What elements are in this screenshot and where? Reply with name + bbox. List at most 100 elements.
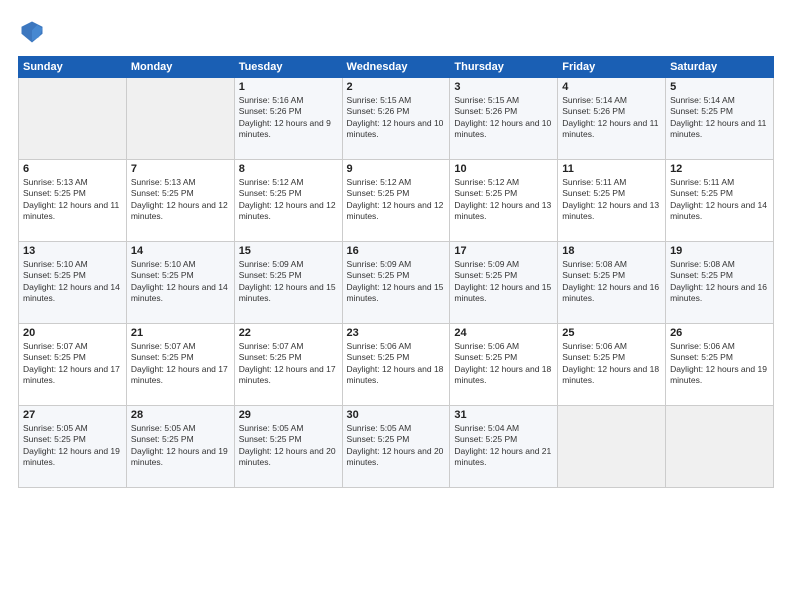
- calendar-cell: 7 Sunrise: 5:13 AM Sunset: 5:25 PM Daylig…: [126, 160, 234, 242]
- cell-text: Sunrise: 5:04 AM Sunset: 5:25 PM Dayligh…: [454, 423, 553, 469]
- cell-text: Sunrise: 5:08 AM Sunset: 5:25 PM Dayligh…: [562, 259, 661, 305]
- day-number: 10: [454, 163, 553, 175]
- calendar-cell: 27 Sunrise: 5:05 AM Sunset: 5:25 PM Dayli…: [19, 406, 127, 488]
- calendar-cell: 1Sunrise: 5:16 AM Sunset: 5:26 PM Daylig…: [234, 78, 342, 160]
- cell-text: Sunrise: 5:12 AM Sunset: 5:25 PM Dayligh…: [347, 177, 446, 223]
- calendar-cell: [19, 78, 127, 160]
- day-number: 28: [131, 409, 230, 421]
- day-number: 25: [562, 327, 661, 339]
- day-number: 7: [131, 163, 230, 175]
- calendar-cell: 4 Sunrise: 5:14 AM Sunset: 5:26 PM Daylig…: [558, 78, 666, 160]
- day-number: 18: [562, 245, 661, 257]
- day-number: 27: [23, 409, 122, 421]
- day-number: 12: [670, 163, 769, 175]
- day-number: 11: [562, 163, 661, 175]
- day-number: 29: [239, 409, 338, 421]
- day-number: 20: [23, 327, 122, 339]
- calendar-cell: [558, 406, 666, 488]
- calendar-cell: 16 Sunrise: 5:09 AM Sunset: 5:25 PM Dayli…: [342, 242, 450, 324]
- calendar-cell: 11 Sunrise: 5:11 AM Sunset: 5:25 PM Dayli…: [558, 160, 666, 242]
- calendar-cell: 3 Sunrise: 5:15 AM Sunset: 5:26 PM Daylig…: [450, 78, 558, 160]
- day-number: 13: [23, 245, 122, 257]
- header-day-tuesday: Tuesday: [234, 57, 342, 78]
- calendar-cell: 17 Sunrise: 5:09 AM Sunset: 5:25 PM Dayli…: [450, 242, 558, 324]
- cell-text: Sunrise: 5:12 AM Sunset: 5:25 PM Dayligh…: [454, 177, 553, 223]
- calendar-cell: 14 Sunrise: 5:10 AM Sunset: 5:25 PM Dayli…: [126, 242, 234, 324]
- calendar-cell: 9Sunrise: 5:12 AM Sunset: 5:25 PM Daylig…: [342, 160, 450, 242]
- calendar-cell: 6 Sunrise: 5:13 AM Sunset: 5:25 PM Daylig…: [19, 160, 127, 242]
- cell-text: Sunrise: 5:09 AM Sunset: 5:25 PM Dayligh…: [239, 259, 338, 305]
- cell-text: Sunrise: 5:07 AM Sunset: 5:25 PM Dayligh…: [23, 341, 122, 387]
- cell-text: Sunrise: 5:13 AM Sunset: 5:25 PM Dayligh…: [23, 177, 122, 223]
- cell-text: Sunrise: 5:15 AM Sunset: 5:26 PM Dayligh…: [347, 95, 446, 141]
- cell-text: Sunrise: 5:09 AM Sunset: 5:25 PM Dayligh…: [454, 259, 553, 305]
- calendar-cell: 2 Sunrise: 5:15 AM Sunset: 5:26 PM Daylig…: [342, 78, 450, 160]
- calendar-cell: 23Sunrise: 5:06 AM Sunset: 5:25 PM Dayli…: [342, 324, 450, 406]
- calendar-cell: 15 Sunrise: 5:09 AM Sunset: 5:25 PM Dayli…: [234, 242, 342, 324]
- cell-text: Sunrise: 5:06 AM Sunset: 5:25 PM Dayligh…: [454, 341, 553, 387]
- cell-text: Sunrise: 5:07 AM Sunset: 5:25 PM Dayligh…: [131, 341, 230, 387]
- day-number: 14: [131, 245, 230, 257]
- calendar-cell: 31 Sunrise: 5:04 AM Sunset: 5:25 PM Dayli…: [450, 406, 558, 488]
- cell-text: Sunrise: 5:14 AM Sunset: 5:26 PM Dayligh…: [562, 95, 661, 141]
- day-number: 2: [347, 81, 446, 93]
- calendar-cell: 24 Sunrise: 5:06 AM Sunset: 5:25 PM Dayli…: [450, 324, 558, 406]
- calendar-week-2: 6 Sunrise: 5:13 AM Sunset: 5:25 PM Daylig…: [19, 160, 774, 242]
- day-number: 8: [239, 163, 338, 175]
- calendar-week-3: 13 Sunrise: 5:10 AM Sunset: 5:25 PM Dayli…: [19, 242, 774, 324]
- calendar-cell: [666, 406, 774, 488]
- header-day-monday: Monday: [126, 57, 234, 78]
- calendar-cell: 19 Sunrise: 5:08 AM Sunset: 5:25 PM Dayli…: [666, 242, 774, 324]
- cell-text: Sunrise: 5:12 AM Sunset: 5:25 PM Dayligh…: [239, 177, 338, 223]
- logo: [18, 18, 50, 46]
- day-number: 5: [670, 81, 769, 93]
- cell-text: Sunrise: 5:05 AM Sunset: 5:25 PM Dayligh…: [239, 423, 338, 469]
- calendar-cell: 13 Sunrise: 5:10 AM Sunset: 5:25 PM Dayli…: [19, 242, 127, 324]
- day-number: 24: [454, 327, 553, 339]
- cell-text: Sunrise: 5:07 AM Sunset: 5:25 PM Dayligh…: [239, 341, 338, 387]
- calendar-header-row: SundayMondayTuesdayWednesdayThursdayFrid…: [19, 57, 774, 78]
- calendar-cell: 8 Sunrise: 5:12 AM Sunset: 5:25 PM Daylig…: [234, 160, 342, 242]
- cell-text: Sunrise: 5:05 AM Sunset: 5:25 PM Dayligh…: [347, 423, 446, 469]
- calendar-cell: 10 Sunrise: 5:12 AM Sunset: 5:25 PM Dayli…: [450, 160, 558, 242]
- calendar-week-1: 1Sunrise: 5:16 AM Sunset: 5:26 PM Daylig…: [19, 78, 774, 160]
- calendar-week-4: 20 Sunrise: 5:07 AM Sunset: 5:25 PM Dayli…: [19, 324, 774, 406]
- header-day-thursday: Thursday: [450, 57, 558, 78]
- day-number: 26: [670, 327, 769, 339]
- calendar-cell: 29 Sunrise: 5:05 AM Sunset: 5:25 PM Dayli…: [234, 406, 342, 488]
- day-number: 4: [562, 81, 661, 93]
- cell-text: Sunrise: 5:05 AM Sunset: 5:25 PM Dayligh…: [23, 423, 122, 469]
- cell-text: Sunrise: 5:11 AM Sunset: 5:25 PM Dayligh…: [670, 177, 769, 223]
- calendar-cell: 18 Sunrise: 5:08 AM Sunset: 5:25 PM Dayli…: [558, 242, 666, 324]
- day-number: 17: [454, 245, 553, 257]
- calendar-cell: 30 Sunrise: 5:05 AM Sunset: 5:25 PM Dayli…: [342, 406, 450, 488]
- day-number: 15: [239, 245, 338, 257]
- day-number: 23: [347, 327, 446, 339]
- cell-text: Sunrise: 5:10 AM Sunset: 5:25 PM Dayligh…: [23, 259, 122, 305]
- cell-text: Sunrise: 5:16 AM Sunset: 5:26 PM Dayligh…: [239, 95, 338, 141]
- day-number: 16: [347, 245, 446, 257]
- day-number: 6: [23, 163, 122, 175]
- calendar-cell: [126, 78, 234, 160]
- calendar-table: SundayMondayTuesdayWednesdayThursdayFrid…: [18, 56, 774, 488]
- day-number: 31: [454, 409, 553, 421]
- calendar-cell: 12 Sunrise: 5:11 AM Sunset: 5:25 PM Dayli…: [666, 160, 774, 242]
- header-day-friday: Friday: [558, 57, 666, 78]
- header: [18, 18, 774, 46]
- cell-text: Sunrise: 5:13 AM Sunset: 5:25 PM Dayligh…: [131, 177, 230, 223]
- header-day-wednesday: Wednesday: [342, 57, 450, 78]
- cell-text: Sunrise: 5:15 AM Sunset: 5:26 PM Dayligh…: [454, 95, 553, 141]
- cell-text: Sunrise: 5:08 AM Sunset: 5:25 PM Dayligh…: [670, 259, 769, 305]
- cell-text: Sunrise: 5:09 AM Sunset: 5:25 PM Dayligh…: [347, 259, 446, 305]
- calendar-cell: 21Sunrise: 5:07 AM Sunset: 5:25 PM Dayli…: [126, 324, 234, 406]
- header-day-saturday: Saturday: [666, 57, 774, 78]
- day-number: 3: [454, 81, 553, 93]
- logo-icon: [18, 18, 46, 46]
- calendar-cell: 22Sunrise: 5:07 AM Sunset: 5:25 PM Dayli…: [234, 324, 342, 406]
- calendar-cell: 5Sunrise: 5:14 AM Sunset: 5:25 PM Daylig…: [666, 78, 774, 160]
- cell-text: Sunrise: 5:10 AM Sunset: 5:25 PM Dayligh…: [131, 259, 230, 305]
- cell-text: Sunrise: 5:05 AM Sunset: 5:25 PM Dayligh…: [131, 423, 230, 469]
- day-number: 30: [347, 409, 446, 421]
- cell-text: Sunrise: 5:11 AM Sunset: 5:25 PM Dayligh…: [562, 177, 661, 223]
- day-number: 19: [670, 245, 769, 257]
